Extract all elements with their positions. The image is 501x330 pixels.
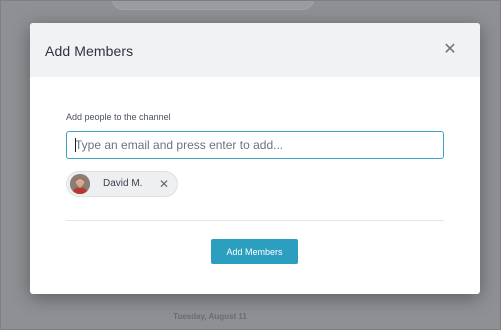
close-icon[interactable]: ✕ — [442, 42, 458, 58]
close-icon[interactable]: ✕ — [158, 177, 170, 191]
member-name: David M. — [103, 178, 143, 189]
modal-header: Add Members ✕ — [30, 23, 480, 77]
field-label: Add people to the channel — [66, 112, 171, 122]
add-members-modal: Add Members ✕ Add people to the channel … — [30, 23, 480, 294]
avatar — [70, 174, 90, 194]
text-caret — [75, 138, 76, 152]
modal-title: Add Members — [45, 43, 134, 59]
divider — [66, 220, 444, 221]
email-input-wrapper[interactable] — [66, 131, 444, 159]
email-input[interactable] — [75, 132, 441, 158]
member-chip: David M. ✕ — [66, 171, 178, 197]
add-members-button[interactable]: Add Members — [211, 239, 298, 264]
